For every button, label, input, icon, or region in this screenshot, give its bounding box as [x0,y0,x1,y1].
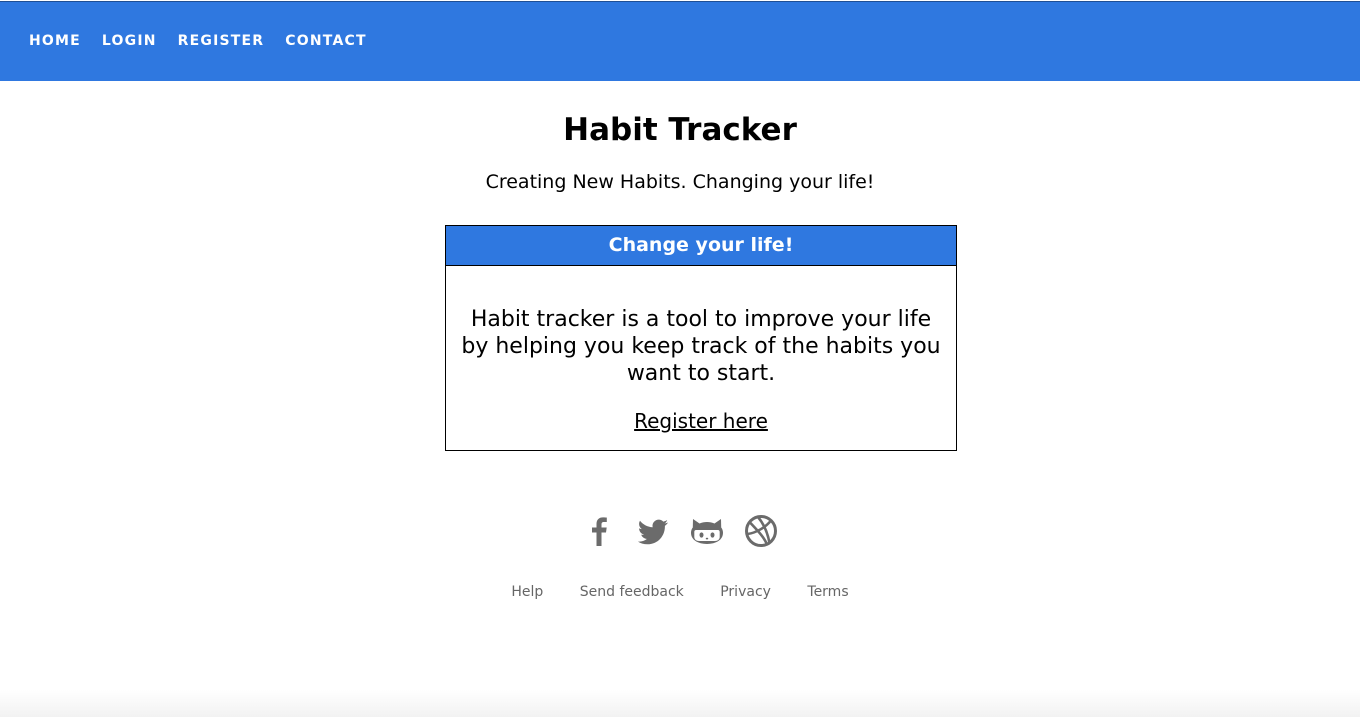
footer-help-link[interactable]: Help [511,584,543,600]
twitter-icon[interactable] [636,513,670,549]
nav-links: HOME LOGIN REGISTER CONTACT [29,33,388,49]
intro-card: Change your life! Habit tracker is a too… [445,225,957,451]
nav-home-link[interactable]: HOME [29,33,81,49]
github-icon[interactable] [690,513,724,549]
top-navbar: HOME LOGIN REGISTER CONTACT [0,1,1360,81]
page-title: Habit Tracker [563,112,797,148]
register-here-link[interactable]: Register here [634,409,768,433]
social-links [0,513,1360,549]
footer-links: Help Send feedback Privacy Terms [0,584,1360,600]
footer-terms-link[interactable]: Terms [807,584,848,600]
dribbble-icon[interactable] [744,513,778,549]
card-body: Habit tracker is a tool to improve your … [446,266,956,433]
footer-send-feedback-link[interactable]: Send feedback [580,584,684,600]
nav-login-link[interactable]: LOGIN [102,33,157,49]
page: HOME LOGIN REGISTER CONTACT Habit Tracke… [0,0,1360,717]
facebook-icon[interactable] [582,513,616,549]
card-heading: Change your life! [446,226,956,266]
card-description: Habit tracker is a tool to improve your … [461,307,941,386]
page-subtitle: Creating New Habits. Changing your life! [485,171,875,193]
footer-privacy-link[interactable]: Privacy [720,584,771,600]
nav-register-link[interactable]: REGISTER [178,33,265,49]
nav-contact-link[interactable]: CONTACT [285,33,366,49]
